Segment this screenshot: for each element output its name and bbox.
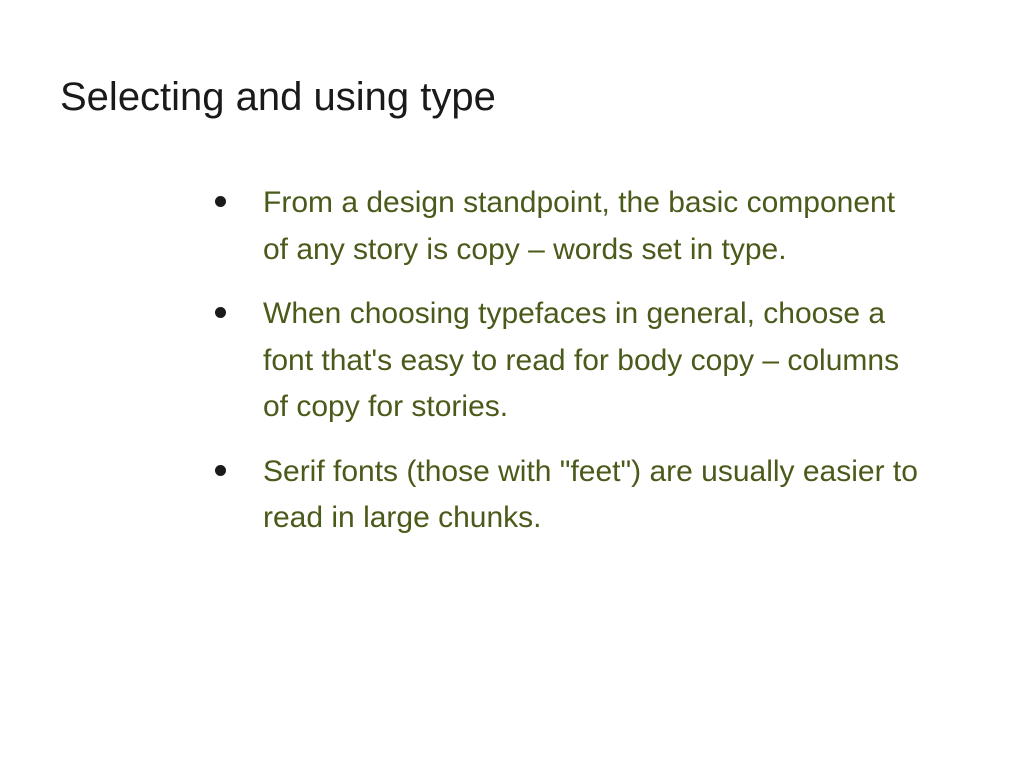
slide-title: Selecting and using type	[60, 75, 964, 120]
list-item: Serif fonts (those with "feet") are usua…	[215, 449, 924, 542]
list-item: When choosing typefaces in general, choo…	[215, 291, 924, 431]
list-item: From a design standpoint, the basic comp…	[215, 180, 924, 273]
bullet-list: From a design standpoint, the basic comp…	[60, 180, 964, 542]
